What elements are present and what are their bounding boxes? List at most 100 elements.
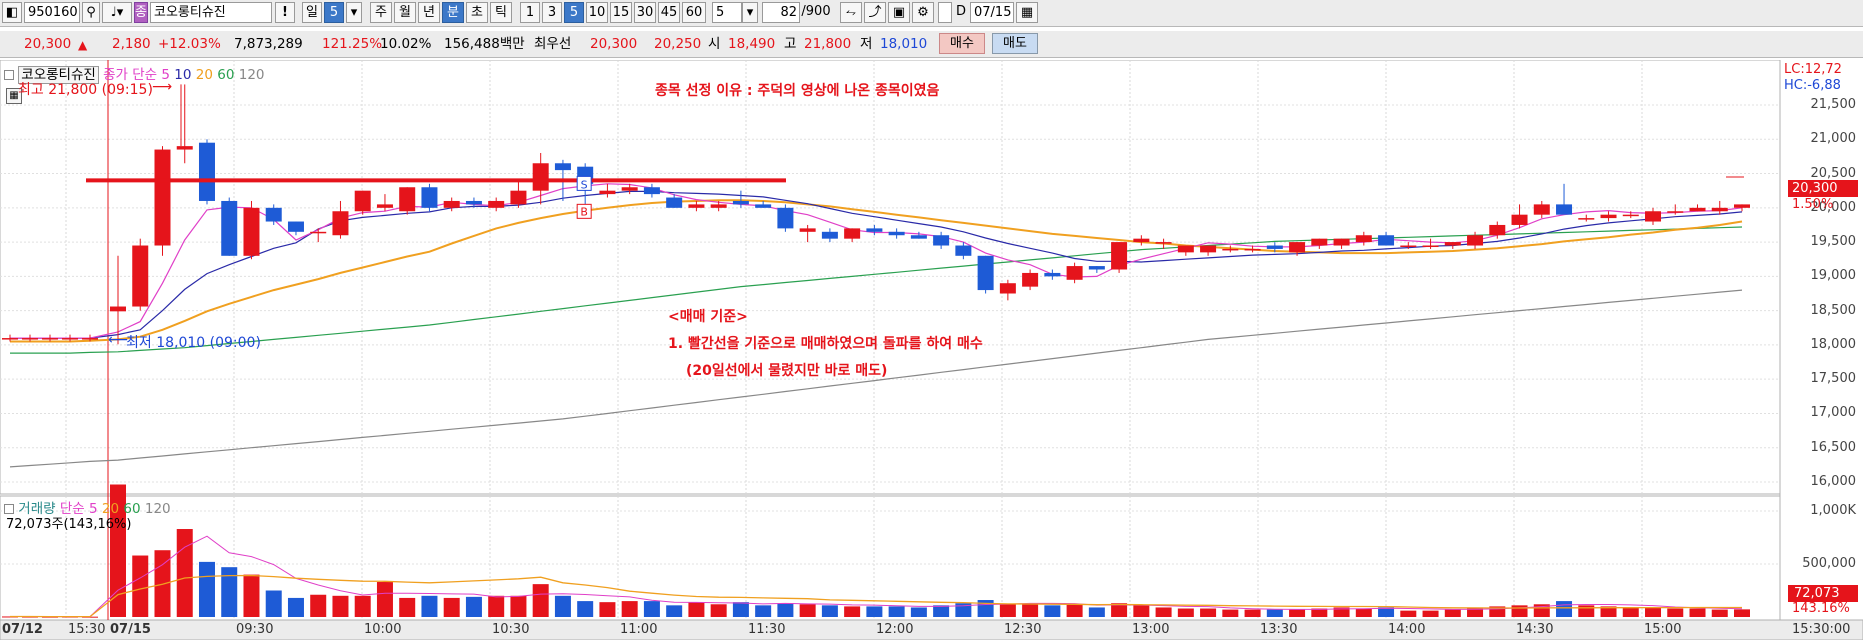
low-label: 저	[860, 36, 873, 52]
time-axis-tick: 13:00	[1132, 622, 1170, 637]
buy-button[interactable]: 매수	[939, 33, 985, 54]
day-count-field[interactable]: 5	[324, 2, 344, 23]
date-input[interactable]: 07/15	[970, 2, 1014, 23]
vol-axis-1000k: 1,000K	[1810, 503, 1856, 518]
volume-bar	[1444, 609, 1461, 617]
period-day-button[interactable]: 일	[302, 2, 322, 23]
candle-body	[1711, 207, 1728, 212]
chevron-down-icon[interactable]: ▾	[742, 2, 758, 23]
layout-icon[interactable]: ◧	[2, 2, 22, 23]
volume-bar	[933, 605, 950, 617]
current-price: 20,300	[24, 36, 72, 52]
candle-body	[221, 200, 238, 256]
alert-button[interactable]: !	[275, 2, 295, 23]
quote-bar: 20,300 ▲ 2,180 +12.03% 7,873,289 121.25%…	[0, 31, 1863, 58]
candle-body	[910, 235, 927, 239]
interval-15-button[interactable]: 15	[610, 2, 632, 23]
chevron-down-icon[interactable]: ▾	[346, 2, 362, 23]
volume-bar	[1044, 605, 1061, 617]
volume-bar	[1088, 607, 1105, 617]
search-icon[interactable]: ⚲	[82, 2, 100, 23]
stock-code-input[interactable]: 950160	[24, 2, 80, 23]
legend-ma120: 120	[238, 67, 265, 83]
volume-bar	[198, 561, 215, 617]
stock-name-field[interactable]: 코오롱티슈진	[150, 2, 272, 23]
price-axis-tick: 19,500	[1810, 234, 1857, 250]
volume-bar	[1133, 605, 1150, 617]
count-input[interactable]: 82	[762, 2, 800, 23]
candle-body	[1511, 214, 1528, 225]
candle-body	[755, 204, 772, 208]
candle-body	[1378, 235, 1395, 246]
time-axis-tick: 12:00	[876, 622, 914, 637]
volume-bar	[1066, 604, 1083, 617]
candle-body	[1088, 266, 1105, 270]
volume-bar	[1177, 608, 1194, 617]
period-minute-button[interactable]: 분	[442, 2, 464, 23]
interval-1-button[interactable]: 1	[520, 2, 540, 23]
arrow-left-icon: ⟵	[108, 332, 129, 348]
candle-body	[465, 200, 482, 205]
speaker-icon[interactable]: ♩▾	[102, 2, 132, 23]
low-marker-label: 최저 18,010 (09:00)	[126, 335, 261, 351]
interval-5-button[interactable]: 5	[564, 2, 584, 23]
save-icon[interactable]: ▣	[888, 2, 910, 23]
interval-3-button[interactable]: 3	[542, 2, 562, 23]
candle-body	[1400, 245, 1417, 248]
interval-30-button[interactable]: 30	[634, 2, 656, 23]
candle-body	[154, 149, 171, 246]
candle-body	[1044, 272, 1061, 277]
volume-bar	[1200, 608, 1217, 617]
volume-bar	[777, 603, 794, 617]
candle-body	[1355, 235, 1372, 243]
time-axis-tick: 14:00	[1388, 622, 1426, 637]
period-second-button[interactable]: 초	[466, 2, 488, 23]
bookmark-icon[interactable]: 종	[134, 2, 148, 23]
sell-button[interactable]: 매도	[992, 33, 1038, 54]
calendar-icon[interactable]: ▦	[1016, 2, 1038, 23]
price-tag: 20,300	[1788, 180, 1858, 197]
volume-bar	[510, 595, 527, 617]
s-marker: S	[581, 178, 588, 191]
candle-body	[1689, 207, 1706, 212]
volume-bar	[221, 567, 238, 617]
candle-body	[599, 190, 616, 195]
vol-tag: 72,073	[1788, 585, 1858, 602]
period-tick-button[interactable]: 틱	[490, 2, 512, 23]
candle-body	[62, 338, 78, 340]
time-axis-tick: 15:00	[1644, 622, 1682, 637]
d-checkbox-label: D	[955, 4, 966, 19]
candle-body	[1022, 272, 1039, 287]
interval-60-button[interactable]: 60	[682, 2, 706, 23]
drawing-tool-icon[interactable]: ⤴	[864, 2, 886, 23]
d-checkbox[interactable]	[938, 2, 952, 23]
candle-body	[643, 187, 660, 195]
period-week-button[interactable]: 주	[370, 2, 392, 23]
volume-bar	[532, 584, 549, 617]
interval-45-button[interactable]: 45	[658, 2, 680, 23]
volume-bar	[599, 602, 616, 617]
interval-10-button[interactable]: 10	[586, 2, 608, 23]
period-month-button[interactable]: 월	[394, 2, 416, 23]
candle-body	[866, 228, 883, 232]
volume-bar	[621, 601, 638, 617]
volume-bar	[1734, 609, 1750, 617]
volume-bar	[1622, 607, 1639, 617]
interval-value-field[interactable]: 5	[712, 2, 742, 23]
candle-body	[376, 204, 393, 208]
candle-body	[354, 190, 371, 212]
volume-bar	[910, 607, 927, 617]
volume-bar	[243, 574, 260, 617]
reason-note: 종목 선정 이유 : 주덕의 영상에 나온 종목이였음	[655, 83, 940, 99]
gear-icon[interactable]: ⚙	[912, 2, 934, 23]
volume-bar	[1022, 604, 1039, 617]
candle-body	[443, 200, 460, 208]
volume-bar	[710, 604, 727, 617]
volume-bar	[755, 605, 772, 617]
candle-body	[310, 231, 327, 234]
panel-menu-icon[interactable]	[4, 70, 14, 80]
candle-body	[732, 200, 749, 205]
volume-bar	[844, 606, 861, 617]
indicator-icon[interactable]: ⥊	[840, 2, 862, 23]
period-year-button[interactable]: 년	[418, 2, 440, 23]
